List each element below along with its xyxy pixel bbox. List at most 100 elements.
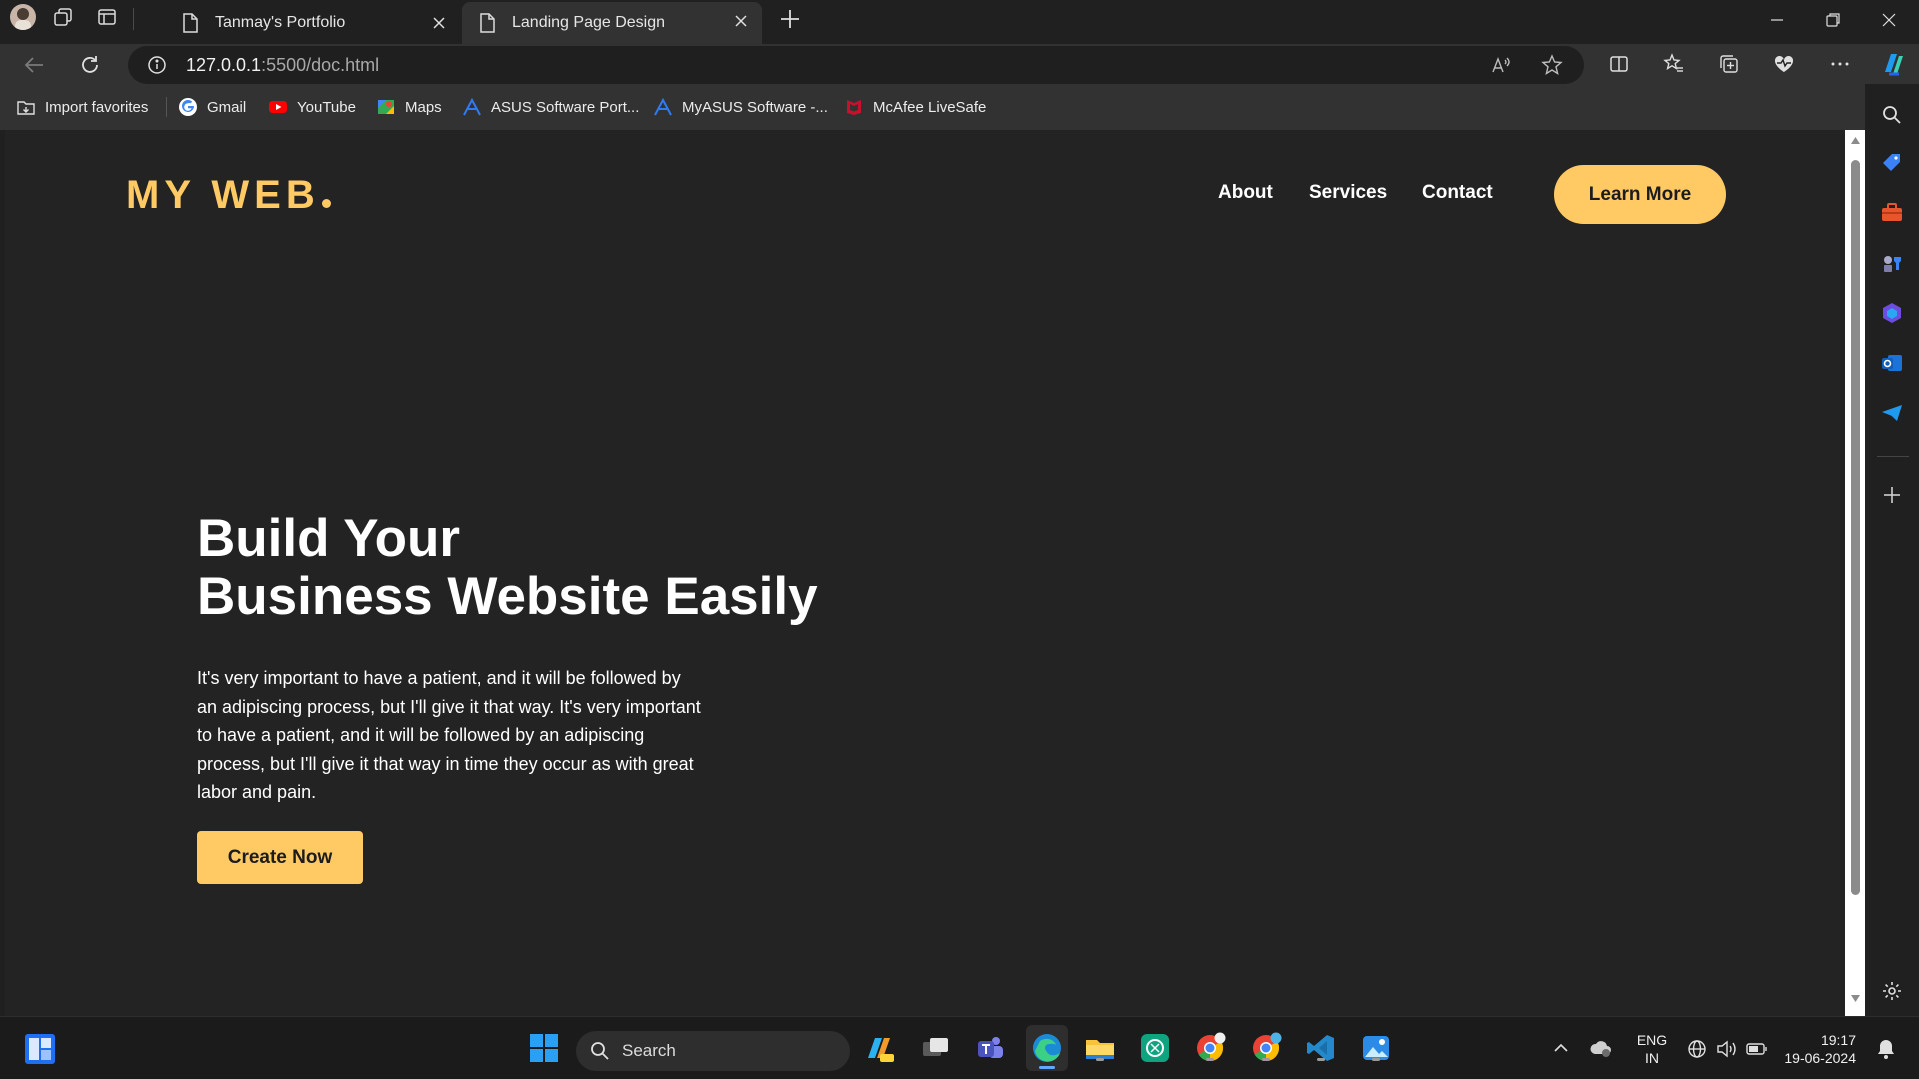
nav-link-about[interactable]: About [1218, 182, 1273, 204]
battery-icon[interactable] [1746, 1041, 1768, 1057]
url-text: 127.0.0.1:5500/doc.html [186, 55, 379, 76]
close-tab-icon[interactable] [430, 14, 448, 32]
favorites-bar: Import favorites Gmail YouTube Maps ASUS… [0, 84, 1919, 130]
favorite-import-favorites[interactable]: Import favorites [16, 94, 148, 120]
close-window-button[interactable] [1862, 0, 1916, 40]
favorite-youtube[interactable]: YouTube [268, 94, 356, 120]
sidebar-settings-icon[interactable] [1879, 978, 1905, 1004]
search-placeholder: Search [622, 1041, 676, 1060]
hero-description-line: an adipiscing process, but I'll give it … [197, 696, 701, 717]
clock[interactable]: 19:17 19-06-2024 [1780, 1031, 1856, 1067]
split-screen-icon[interactable] [1608, 53, 1630, 75]
favorite-label: ASUS Software Port... [491, 98, 640, 116]
tab-landing-page-design[interactable]: Landing Page Design [462, 2, 762, 44]
games-chess-icon[interactable] [1879, 250, 1905, 276]
taskbar-search-box[interactable]: Search [576, 1031, 850, 1071]
url-host: 127.0.0.1 [186, 55, 262, 75]
tab-label: Tanmay's Portfolio [215, 14, 346, 31]
widgets-icon[interactable] [24, 1033, 56, 1065]
page-scrollbar[interactable] [1845, 130, 1865, 1016]
add-sidebar-app-icon[interactable] [1879, 482, 1905, 508]
nav-link-services[interactable]: Services [1309, 182, 1387, 204]
workspaces-icon[interactable] [52, 6, 74, 28]
collections-icon[interactable] [1718, 53, 1740, 75]
favorite-maps[interactable]: Maps [376, 94, 442, 120]
scroll-down-arrow[interactable] [1850, 994, 1861, 1003]
shopping-tag-icon[interactable] [1879, 150, 1905, 176]
close-tab-icon[interactable] [732, 12, 750, 30]
more-options-icon[interactable] [1829, 53, 1851, 75]
favorite-myasus-software[interactable]: MyASUS Software -... [653, 94, 828, 120]
running-indicator [1317, 1058, 1325, 1061]
profile-avatar[interactable] [10, 4, 36, 30]
running-indicator [1372, 1058, 1380, 1061]
edge-browser-icon[interactable] [1026, 1025, 1068, 1071]
photos-icon[interactable] [1359, 1031, 1393, 1065]
browser-essentials-icon[interactable] [1773, 53, 1795, 75]
language-indicator[interactable]: ENG IN [1632, 1031, 1672, 1067]
task-view-icon[interactable] [919, 1031, 953, 1065]
hero-title-line-1: Build Your [197, 509, 461, 568]
vscode-icon[interactable] [1304, 1031, 1338, 1065]
running-indicator [1262, 1058, 1270, 1061]
create-now-button[interactable]: Create Now [197, 831, 363, 884]
clock-date: 19-06-2024 [1784, 1050, 1856, 1066]
favorite-gmail[interactable]: Gmail [178, 94, 246, 120]
hero-description-line: labor and pain. [197, 782, 317, 802]
tools-briefcase-icon[interactable] [1879, 200, 1905, 226]
learn-more-button[interactable]: Learn More [1554, 165, 1726, 224]
clock-time: 19:17 [1820, 1032, 1856, 1048]
favorite-asus-software-portal[interactable]: ASUS Software Port... [462, 94, 639, 120]
tab-label: Landing Page Design [512, 14, 666, 31]
copilot-apps-icon[interactable] [1879, 300, 1905, 326]
tab-separator [133, 8, 134, 30]
read-aloud-icon[interactable] [1490, 54, 1512, 76]
page-icon [179, 12, 201, 34]
favorites-icon[interactable] [1663, 53, 1685, 75]
new-tab-button[interactable] [779, 8, 801, 30]
running-indicator [1206, 1058, 1214, 1061]
running-indicator [1039, 1066, 1055, 1069]
favorite-label: Maps [405, 98, 442, 116]
favorite-star-icon[interactable] [1541, 54, 1563, 76]
outlook-icon[interactable] [1879, 350, 1905, 376]
language-line-1: ENG [1636, 1032, 1668, 1048]
send-telegram-icon[interactable] [1879, 400, 1905, 426]
onedrive-icon[interactable] [1589, 1038, 1613, 1058]
network-globe-icon[interactable] [1687, 1039, 1707, 1059]
copilot-pre-icon[interactable] [863, 1031, 897, 1065]
page-icon [476, 12, 498, 34]
tab-actions-icon[interactable] [96, 6, 118, 28]
favorite-label: MyASUS Software -... [682, 98, 828, 116]
copilot-icon[interactable] [1879, 50, 1907, 78]
notifications-bell-icon[interactable] [1876, 1038, 1896, 1060]
sidebar-search-icon[interactable] [1879, 102, 1905, 128]
browser-title-bar: Tanmay's Portfolio Landing Page Design [0, 0, 1919, 44]
chrome-profile-1-icon[interactable] [1193, 1031, 1227, 1065]
refresh-button[interactable] [78, 53, 102, 77]
minimize-button[interactable] [1750, 0, 1804, 40]
address-bar[interactable]: 127.0.0.1:5500/doc.html [128, 46, 1584, 84]
browser-toolbar: 127.0.0.1:5500/doc.html [0, 44, 1919, 84]
teams-icon[interactable] [973, 1031, 1007, 1065]
url-path: :5500/doc.html [261, 55, 380, 75]
site-info-icon[interactable] [146, 54, 168, 76]
tab-tanmays-portfolio[interactable]: Tanmay's Portfolio [165, 4, 460, 42]
chatgpt-icon[interactable] [1138, 1031, 1172, 1065]
back-button[interactable] [22, 53, 46, 77]
show-hidden-icons-chevron-icon[interactable] [1553, 1040, 1569, 1056]
scrollbar-thumb[interactable] [1851, 160, 1860, 895]
hero-title-line-2: Business Website Easily [197, 567, 818, 626]
restore-button[interactable] [1806, 0, 1860, 40]
logo-text: MY WEB [126, 173, 320, 217]
scroll-up-arrow[interactable] [1850, 136, 1861, 145]
chrome-profile-2-icon[interactable] [1249, 1031, 1283, 1065]
favorite-label: Import favorites [45, 98, 149, 116]
favorite-mcafee-livesafe[interactable]: McAfee LiveSafe [844, 94, 986, 120]
file-explorer-icon[interactable] [1083, 1031, 1117, 1065]
volume-icon[interactable] [1716, 1039, 1738, 1059]
nav-link-contact[interactable]: Contact [1422, 182, 1493, 204]
windows-start-icon[interactable] [527, 1031, 561, 1065]
hero-description: It's very important to have a patient, a… [197, 664, 757, 807]
site-logo[interactable]: MY WEB [126, 173, 331, 218]
